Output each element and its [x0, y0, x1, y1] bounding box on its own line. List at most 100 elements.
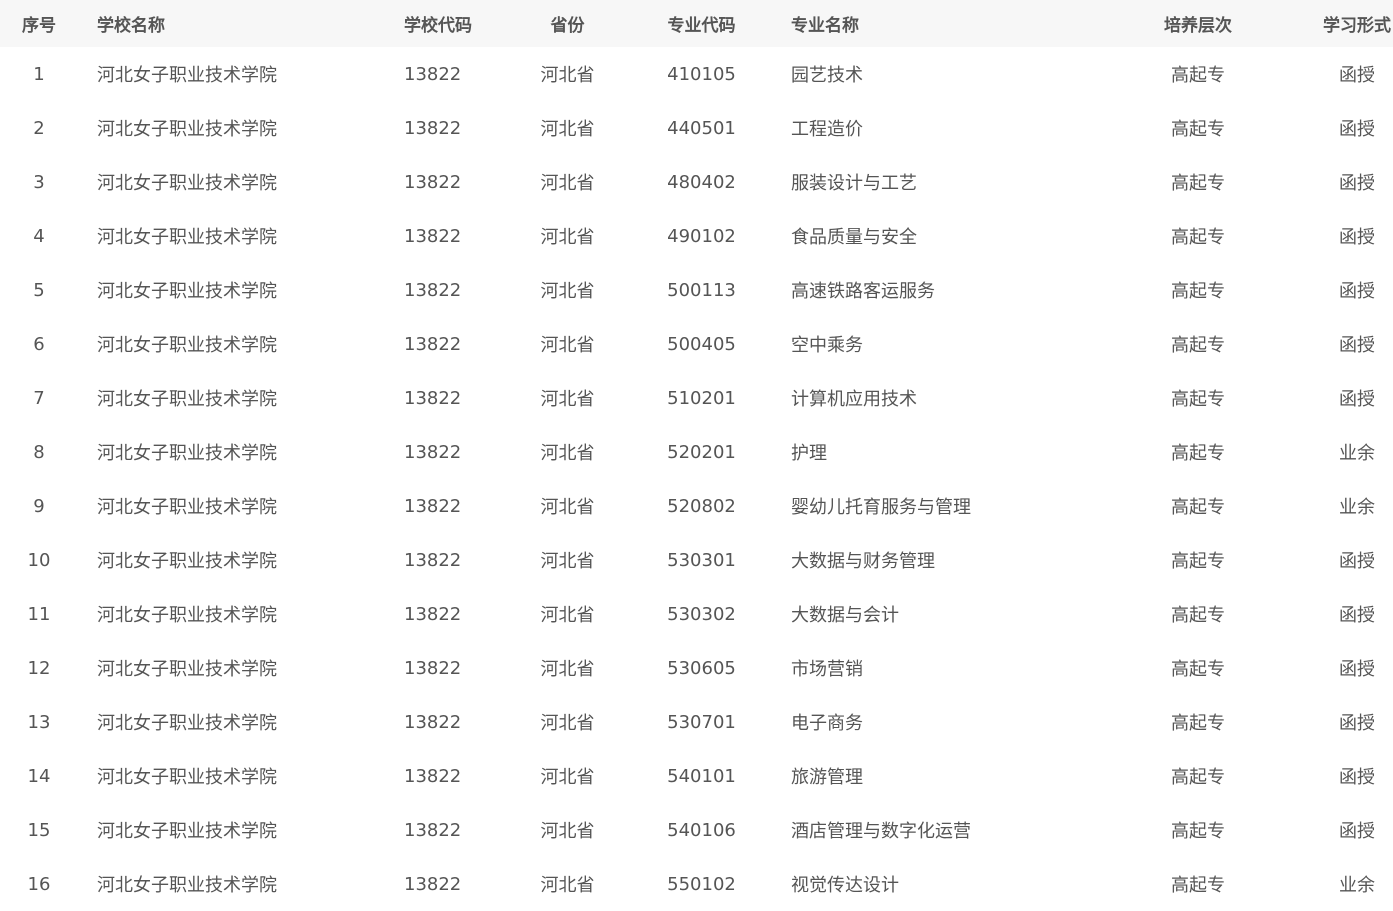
cell-study-mode: 函授	[1339, 551, 1375, 572]
cell-major-name: 工程造价	[791, 119, 863, 140]
table-row: 9 河北女子职业技术学院 13822 河北省 520802 婴幼儿托育服务与管理…	[0, 479, 1393, 533]
cell-seq: 16	[27, 873, 51, 895]
table-row: 4 河北女子职业技术学院 13822 河北省 490102 食品质量与安全 高起…	[0, 209, 1393, 263]
cell-province: 河北省	[540, 659, 595, 680]
cell-level: 高起专	[1171, 875, 1225, 896]
cell-province: 河北省	[540, 443, 595, 464]
cell-major-name: 视觉传达设计	[791, 875, 899, 896]
cell-school-code: 13822	[404, 387, 462, 409]
cell-level: 高起专	[1171, 443, 1225, 464]
cell-school-code: 13822	[404, 711, 462, 733]
cell-province: 河北省	[540, 875, 595, 896]
cell-school-name: 河北女子职业技术学院	[97, 767, 277, 788]
cell-study-mode: 函授	[1339, 767, 1375, 788]
cell-school-code: 13822	[404, 657, 462, 679]
cell-major-code: 520802	[667, 495, 736, 517]
cell-school-name: 河北女子职业技术学院	[97, 335, 277, 356]
cell-study-mode: 业余	[1339, 875, 1375, 896]
cell-province: 河北省	[540, 65, 595, 86]
header-level: 培养层次	[1164, 16, 1232, 36]
cell-school-name: 河北女子职业技术学院	[97, 713, 277, 734]
cell-school-code: 13822	[404, 549, 462, 571]
cell-school-name: 河北女子职业技术学院	[97, 875, 277, 896]
header-major-name: 专业名称	[791, 16, 859, 36]
table-row: 8 河北女子职业技术学院 13822 河北省 520201 护理 高起专 业余	[0, 425, 1393, 479]
cell-level: 高起专	[1171, 659, 1225, 680]
table-row: 5 河北女子职业技术学院 13822 河北省 500113 高速铁路客运服务 高…	[0, 263, 1393, 317]
cell-school-name: 河北女子职业技术学院	[97, 443, 277, 464]
table-row: 6 河北女子职业技术学院 13822 河北省 500405 空中乘务 高起专 函…	[0, 317, 1393, 371]
cell-major-name: 旅游管理	[791, 767, 863, 788]
cell-level: 高起专	[1171, 713, 1225, 734]
cell-major-name: 婴幼儿托育服务与管理	[791, 497, 971, 518]
cell-study-mode: 函授	[1339, 119, 1375, 140]
cell-seq: 5	[33, 279, 45, 301]
cell-level: 高起专	[1171, 65, 1225, 86]
cell-study-mode: 函授	[1339, 335, 1375, 356]
cell-province: 河北省	[540, 605, 595, 626]
cell-major-code: 530302	[667, 603, 736, 625]
header-province: 省份	[550, 16, 585, 36]
cell-study-mode: 业余	[1339, 443, 1375, 464]
table-row: 15 河北女子职业技术学院 13822 河北省 540106 酒店管理与数字化运…	[0, 803, 1393, 857]
cell-level: 高起专	[1171, 605, 1225, 626]
cell-major-name: 园艺技术	[791, 65, 863, 86]
cell-major-name: 酒店管理与数字化运营	[791, 821, 971, 842]
table-row: 2 河北女子职业技术学院 13822 河北省 440501 工程造价 高起专 函…	[0, 101, 1393, 155]
cell-province: 河北省	[540, 767, 595, 788]
cell-school-name: 河北女子职业技术学院	[97, 281, 277, 302]
cell-study-mode: 函授	[1339, 605, 1375, 626]
cell-seq: 3	[33, 171, 45, 193]
cell-level: 高起专	[1171, 335, 1225, 356]
cell-province: 河北省	[540, 173, 595, 194]
cell-province: 河北省	[540, 551, 595, 572]
majors-table: 序号 学校名称 学校代码 省份 专业代码 专业名称 培养层次 学习形式 1 河北…	[0, 0, 1393, 911]
cell-major-code: 500405	[667, 333, 736, 355]
cell-major-name: 市场营销	[791, 659, 863, 680]
cell-seq: 14	[27, 765, 51, 787]
cell-major-name: 服装设计与工艺	[791, 173, 917, 194]
cell-school-name: 河北女子职业技术学院	[97, 659, 277, 680]
table-row: 11 河北女子职业技术学院 13822 河北省 530302 大数据与会计 高起…	[0, 587, 1393, 641]
table-row: 3 河北女子职业技术学院 13822 河北省 480402 服装设计与工艺 高起…	[0, 155, 1393, 209]
cell-study-mode: 函授	[1339, 65, 1375, 86]
cell-school-code: 13822	[404, 333, 462, 355]
table-row: 7 河北女子职业技术学院 13822 河北省 510201 计算机应用技术 高起…	[0, 371, 1393, 425]
cell-school-name: 河北女子职业技术学院	[97, 821, 277, 842]
cell-level: 高起专	[1171, 227, 1225, 248]
cell-level: 高起专	[1171, 119, 1225, 140]
cell-school-name: 河北女子职业技术学院	[97, 119, 277, 140]
cell-study-mode: 函授	[1339, 227, 1375, 248]
table-row: 13 河北女子职业技术学院 13822 河北省 530701 电子商务 高起专 …	[0, 695, 1393, 749]
cell-seq: 15	[27, 819, 51, 841]
cell-major-code: 540101	[667, 765, 736, 787]
cell-study-mode: 函授	[1339, 281, 1375, 302]
cell-major-name: 高速铁路客运服务	[791, 281, 935, 302]
header-study-mode: 学习形式	[1323, 16, 1391, 36]
cell-province: 河北省	[540, 119, 595, 140]
cell-level: 高起专	[1171, 389, 1225, 410]
cell-school-name: 河北女子职业技术学院	[97, 605, 277, 626]
cell-school-code: 13822	[404, 495, 462, 517]
cell-major-code: 530701	[667, 711, 736, 733]
table-row: 16 河北女子职业技术学院 13822 河北省 550102 视觉传达设计 高起…	[0, 857, 1393, 911]
cell-major-code: 510201	[667, 387, 736, 409]
cell-major-code: 550102	[667, 873, 736, 895]
cell-major-code: 500113	[667, 279, 736, 301]
header-school-name: 学校名称	[97, 16, 165, 36]
cell-school-name: 河北女子职业技术学院	[97, 497, 277, 518]
header-row: 序号 学校名称 学校代码 省份 专业代码 专业名称 培养层次 学习形式	[0, 0, 1393, 47]
cell-major-code: 530605	[667, 657, 736, 679]
header-major-code: 专业代码	[667, 16, 736, 36]
cell-province: 河北省	[540, 335, 595, 356]
table-body: 1 河北女子职业技术学院 13822 河北省 410105 园艺技术 高起专 函…	[0, 47, 1393, 911]
cell-seq: 13	[27, 711, 51, 733]
cell-school-code: 13822	[404, 603, 462, 625]
cell-major-name: 计算机应用技术	[791, 389, 917, 410]
cell-major-name: 电子商务	[791, 713, 863, 734]
cell-major-name: 大数据与会计	[791, 605, 899, 626]
cell-level: 高起专	[1171, 821, 1225, 842]
cell-school-code: 13822	[404, 63, 462, 85]
cell-major-name: 空中乘务	[791, 335, 863, 356]
cell-school-name: 河北女子职业技术学院	[97, 65, 277, 86]
